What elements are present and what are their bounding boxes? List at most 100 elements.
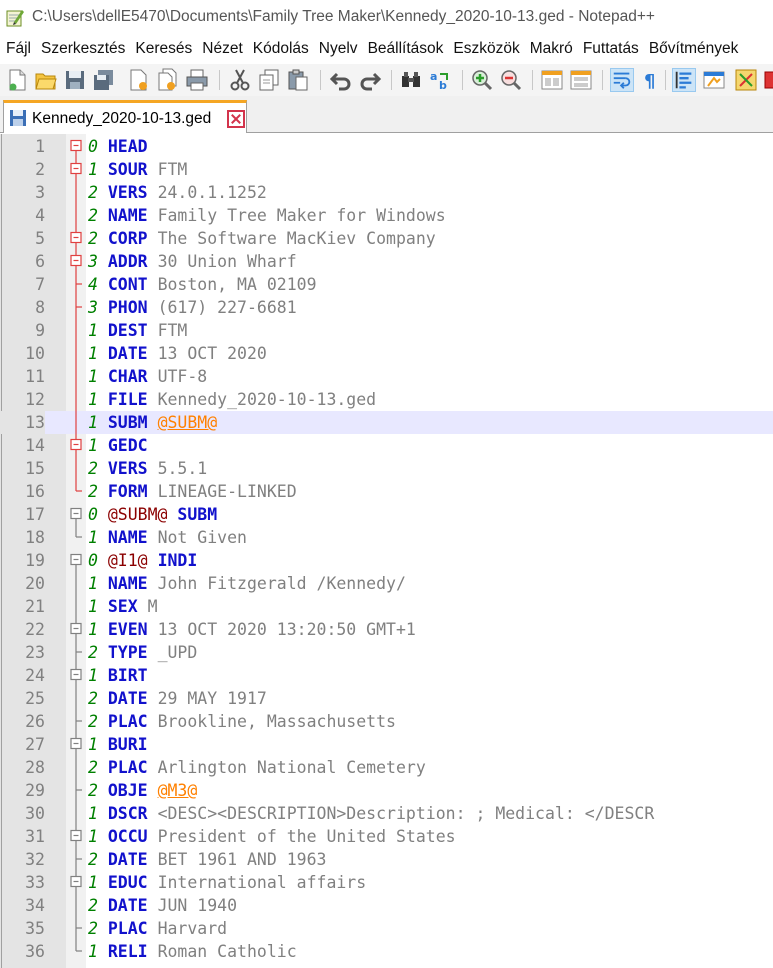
menu-file[interactable]: Fájl — [0, 36, 36, 64]
print-icon[interactable] — [185, 68, 209, 92]
fold-toggle-icon[interactable] — [66, 825, 86, 848]
code-line[interactable]: 33 1 EDUC International affairs — [0, 871, 773, 894]
code-line[interactable]: 21 1 SEX M — [0, 595, 773, 618]
menu-plugins[interactable]: Bővítmények — [644, 36, 744, 64]
code-line[interactable]: 29 2 OBJE @M3@ — [0, 779, 773, 802]
editor[interactable]: 10 HEAD 2 1 SOUR FTM 3 2 VERS 24.0.1.1252 4 2 … — [0, 134, 773, 968]
replace-icon[interactable]: ab — [428, 68, 452, 92]
menu-macro[interactable]: Makró — [525, 36, 578, 64]
code-line[interactable]: 12 1 FILE Kennedy_2020-10-13.ged — [0, 388, 773, 411]
fold-toggle-icon[interactable] — [66, 135, 86, 158]
menu-search[interactable]: Keresés — [130, 36, 197, 64]
code-line[interactable]: 32 2 DATE BET 1961 AND 1963 — [0, 848, 773, 871]
gedcom-tag: SUBM — [107, 413, 148, 432]
menu-settings[interactable]: Beállítások — [363, 36, 449, 64]
code-line[interactable]: 23 2 TYPE _UPD — [0, 641, 773, 664]
code-line[interactable]: 14 1 GEDC — [0, 434, 773, 457]
show-all-characters-icon[interactable]: ¶ — [639, 68, 663, 92]
fold-toggle-icon[interactable] — [66, 158, 86, 181]
code-line[interactable]: 7 4 CONT Boston, MA 02109 — [0, 273, 773, 296]
code-line[interactable]: 2 1 SOUR FTM — [0, 158, 773, 181]
code-line[interactable]: 8 3 PHON (617) 227-6681 — [0, 296, 773, 319]
menu-view[interactable]: Nézet — [197, 36, 248, 64]
gedcom-tag: NAME — [107, 528, 148, 547]
redo-icon[interactable] — [358, 68, 382, 92]
fold-toggle-icon[interactable] — [66, 250, 86, 273]
code-text: 2 DATE BET 1961 AND 1963 — [88, 848, 326, 871]
code-lines[interactable]: 10 HEAD 2 1 SOUR FTM 3 2 VERS 24.0.1.1252 4 2 … — [0, 135, 773, 963]
tab-close-icon[interactable] — [227, 110, 245, 128]
code-line[interactable]: 36 1 RELI Roman Catholic — [0, 940, 773, 963]
tab-kennedy-ged[interactable]: Kennedy_2020-10-13.ged — [3, 100, 247, 133]
save-all-icon[interactable] — [92, 68, 116, 92]
line-number: 35 — [25, 919, 45, 938]
code-line[interactable]: 27 1 BURI — [0, 733, 773, 756]
code-line[interactable]: 19 0 @I1@ INDI — [0, 549, 773, 572]
code-line[interactable]: 16 2 FORM LINEAGE-LINKED — [0, 480, 773, 503]
zoom-out-icon[interactable] — [499, 68, 523, 92]
word-wrap-icon[interactable] — [610, 68, 634, 92]
code-line[interactable]: 28 2 PLAC Arlington National Cemetery — [0, 756, 773, 779]
svg-text:a: a — [430, 70, 437, 83]
code-line[interactable]: 9 1 DEST FTM — [0, 319, 773, 342]
code-line[interactable]: 17 0 @SUBM@ SUBM — [0, 503, 773, 526]
open-file-icon[interactable] — [34, 68, 58, 92]
fold-toggle-icon[interactable] — [66, 664, 86, 687]
cut-icon[interactable] — [228, 68, 252, 92]
code-line[interactable]: 25 2 DATE 29 MAY 1917 — [0, 687, 773, 710]
gedcom-tag: NAME — [107, 206, 148, 225]
title-bar[interactable]: C:\Users\dellE5470\Documents\Family Tree… — [0, 0, 773, 36]
fold-toggle-icon[interactable] — [66, 871, 86, 894]
indent-guide-icon[interactable] — [672, 68, 696, 92]
new-file-icon[interactable] — [5, 68, 29, 92]
code-line[interactable]: 1 0 HEAD — [0, 135, 773, 158]
copy-icon[interactable] — [257, 68, 281, 92]
code-line[interactable]: 13 1 SUBM @SUBM@ — [0, 411, 773, 434]
undo-icon[interactable] — [329, 68, 353, 92]
gedcom-tag: SUBM — [177, 505, 218, 524]
folder-workspace-icon[interactable] — [763, 68, 773, 92]
menu-edit[interactable]: Szerkesztés — [36, 36, 130, 64]
code-line[interactable]: 22 1 EVEN 13 OCT 2020 13:20:50 GMT+1 — [0, 618, 773, 641]
fold-line — [66, 181, 86, 204]
close-all-icon[interactable] — [156, 68, 180, 92]
find-icon[interactable] — [399, 68, 423, 92]
code-line[interactable]: 18 1 NAME Not Given — [0, 526, 773, 549]
sync-horizontal-icon[interactable] — [569, 68, 593, 92]
menu-encoding[interactable]: Kódolás — [248, 36, 314, 64]
code-line[interactable]: 34 2 DATE JUN 1940 — [0, 894, 773, 917]
code-line[interactable]: 6 3 ADDR 30 Union Wharf — [0, 250, 773, 273]
gedcom-pointer-link[interactable]: @M3@ — [158, 781, 198, 800]
code-line[interactable]: 24 1 BIRT — [0, 664, 773, 687]
fold-toggle-icon[interactable] — [66, 227, 86, 250]
code-line[interactable]: 35 2 PLAC Harvard — [0, 917, 773, 940]
code-line[interactable]: 31 1 OCCU President of the United States — [0, 825, 773, 848]
fold-line — [66, 848, 86, 871]
line-number: 28 — [25, 758, 45, 777]
menu-run[interactable]: Futtatás — [578, 36, 644, 64]
code-line[interactable]: 3 2 VERS 24.0.1.1252 — [0, 181, 773, 204]
document-map-icon[interactable] — [702, 68, 726, 92]
code-line[interactable]: 4 2 NAME Family Tree Maker for Windows — [0, 204, 773, 227]
zoom-in-icon[interactable] — [470, 68, 494, 92]
paste-icon[interactable] — [286, 68, 310, 92]
gedcom-pointer-link[interactable]: @SUBM@ — [158, 413, 218, 432]
fold-toggle-icon[interactable] — [66, 618, 86, 641]
sync-vertical-icon[interactable] — [540, 68, 564, 92]
code-line[interactable]: 26 2 PLAC Brookline, Massachusetts — [0, 710, 773, 733]
code-line[interactable]: 20 1 NAME John Fitzgerald /Kennedy/ — [0, 572, 773, 595]
menu-language[interactable]: Nyelv — [314, 36, 363, 64]
code-line[interactable]: 30 1 DSCR <DESC><DESCRIPTION>Description:… — [0, 802, 773, 825]
code-line[interactable]: 15 2 VERS 5.5.1 — [0, 457, 773, 480]
code-line[interactable]: 5 2 CORP The Software MacKiev Company — [0, 227, 773, 250]
close-icon[interactable] — [127, 68, 151, 92]
save-icon[interactable] — [63, 68, 87, 92]
fold-toggle-icon[interactable] — [66, 434, 86, 457]
code-line[interactable]: 11 1 CHAR UTF-8 — [0, 365, 773, 388]
fold-toggle-icon[interactable] — [66, 503, 86, 526]
function-list-icon[interactable] — [734, 68, 758, 92]
menu-tools[interactable]: Eszközök — [448, 36, 524, 64]
fold-toggle-icon[interactable] — [66, 733, 86, 756]
fold-toggle-icon[interactable] — [66, 549, 86, 572]
code-line[interactable]: 10 1 DATE 13 OCT 2020 — [0, 342, 773, 365]
